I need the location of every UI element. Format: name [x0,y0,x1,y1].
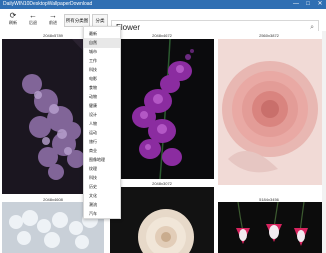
back-arrow-icon: ← [29,11,37,20]
image-size-caption: 2048x3072 [152,181,172,186]
back-label: 后退 [29,20,37,25]
image-size-caption: 2560x3872 [259,33,279,38]
wallpaper-thumbnail[interactable] [110,187,214,253]
refresh-label: 刷新 [9,20,17,25]
close-button[interactable]: ✕ [314,0,326,9]
refresh-icon: ⟳ [9,11,17,20]
forward-label: 前进 [49,20,57,25]
window-title: DailyWIN10DesktopWallpaperDownload [3,1,93,7]
back-button[interactable]: ← 后退 [22,11,44,29]
menu-item[interactable]: 汽车 [84,209,120,218]
maximize-button[interactable]: □ [302,0,314,9]
vertical-scrollbar[interactable] [322,31,326,253]
wallpaper-thumbnail[interactable] [110,39,214,179]
wallpaper-thumbnail[interactable] [218,202,322,253]
forward-arrow-icon: → [49,11,57,20]
category-menu: 最新 自然 城市 工作 科技 电影 食物 动物 健康 设计 人物 运动 旅行 商… [83,26,121,219]
toolbar: ⟳ 刷新 ← 后退 → 前进 所有分类图 分类 Flower ⌕ [0,9,326,36]
title-bar: DailyWIN10DesktopWallpaperDownload — □ ✕ [0,0,326,9]
wallpaper-grid: 2048x5789 2048x4672 2560x3872 2048x3072 … [0,31,326,253]
image-size-caption: 2048x4672 [152,33,172,38]
wallpaper-thumbnail[interactable] [218,39,322,185]
forward-button[interactable]: → 前进 [42,11,64,29]
minimize-button[interactable]: — [290,0,302,9]
refresh-button[interactable]: ⟳ 刷新 [2,11,24,29]
